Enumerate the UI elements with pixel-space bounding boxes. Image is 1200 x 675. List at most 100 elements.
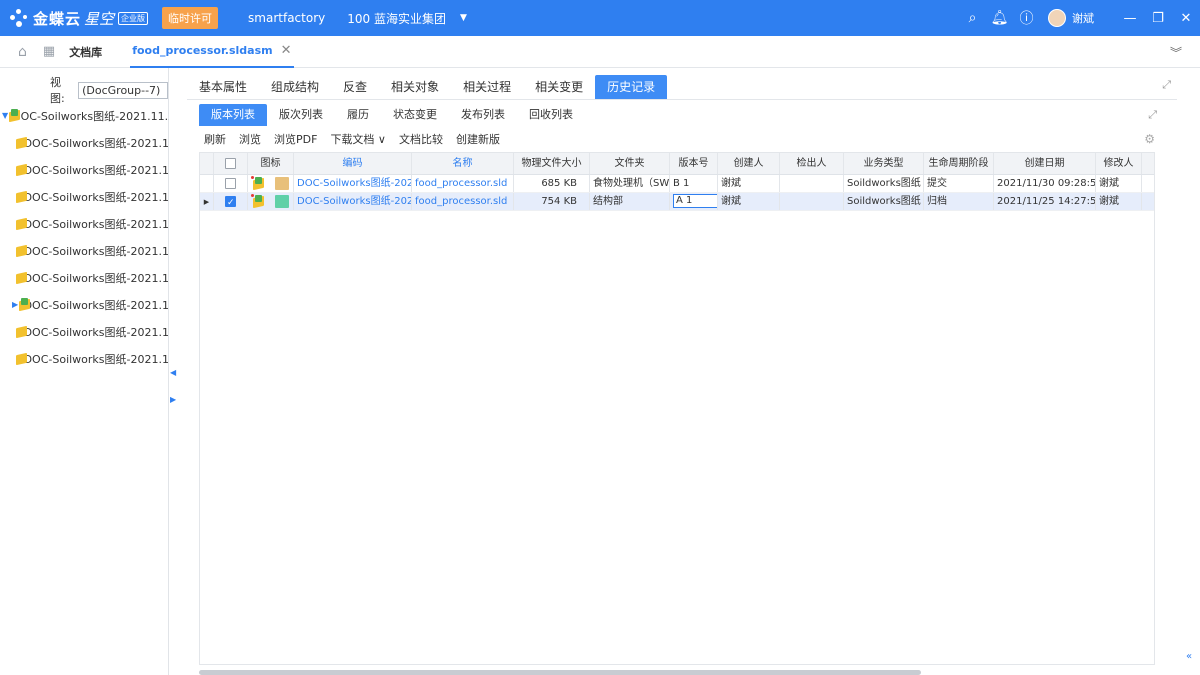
tree-node[interactable]: DOC-Soilworks图纸-2021.1 — [0, 210, 169, 237]
cell-date: 2021/11/25 14:27:52 — [994, 193, 1096, 210]
chevron-down-icon[interactable]: ︾ — [1170, 44, 1182, 61]
column-header[interactable]: 业务类型 — [844, 153, 924, 174]
horizontal-scrollbar[interactable] — [199, 670, 921, 675]
tree-node-label: DOC-Soilworks图纸-2021.1 — [23, 352, 169, 366]
table-row[interactable]: DOC-Soilworks图纸-202 food_processor.sld 685… — [200, 175, 1154, 193]
table-row[interactable]: ▶ DOC-Soilworks图纸-202food_processor.sld75… — [200, 193, 1154, 211]
cell-stage: 归档 — [924, 193, 994, 210]
cell-code[interactable]: DOC-Soilworks图纸-202 — [294, 193, 412, 210]
toolbar-button[interactable]: 浏览 — [239, 131, 261, 147]
panel-toggle[interactable]: ◀ ▶ — [170, 368, 176, 404]
gear-icon[interactable]: ⚙ — [1144, 132, 1155, 146]
subtab-4[interactable]: 发布列表 — [449, 104, 517, 126]
tree-node[interactable]: ▶ DOC-Soilworks图纸-2021.1 — [0, 291, 169, 318]
row-select-cell[interactable] — [214, 193, 248, 210]
tab-3[interactable]: 相关对象 — [379, 75, 451, 99]
toolbar-button[interactable]: 浏览PDF — [274, 131, 317, 147]
restore-icon[interactable]: ❐ — [1144, 11, 1172, 26]
cell-name[interactable]: food_processor.sld — [412, 193, 514, 210]
column-header[interactable]: 图标 — [248, 153, 294, 174]
tab-2[interactable]: 反查 — [331, 75, 379, 99]
subtab-3[interactable]: 状态变更 — [381, 104, 449, 126]
fullscreen-icon[interactable]: ⤢ — [1148, 108, 1157, 122]
column-header[interactable]: 文件夹 — [590, 153, 670, 174]
cell-modifier: 谢斌 — [1096, 175, 1142, 192]
bell-icon[interactable]: 🔔︎ — [986, 10, 1013, 26]
table-header: 图标 编码 名称 物理文件大小 文件夹 版本号 创建人 检出人 业务类型 生命周期阶段 创建日期 修改… — [200, 153, 1154, 175]
tree-node[interactable]: DOC-Soilworks图纸-2021.1 — [0, 156, 169, 183]
folder-cube-icon — [15, 244, 19, 257]
tab-file[interactable]: food_processor.sldasm ✕ — [130, 35, 294, 68]
toolbar-button[interactable]: 文档比较 — [399, 131, 443, 147]
column-header[interactable]: 创建日期 — [994, 153, 1096, 174]
column-header[interactable]: 创建人 — [718, 153, 780, 174]
column-header[interactable]: 检出人 — [780, 153, 844, 174]
help-icon[interactable]: ⓘ — [1013, 8, 1040, 28]
tree-node[interactable]: DOC-Soilworks图纸-2021.1 — [0, 129, 169, 156]
cell-biz: Soildworks图纸 — [844, 175, 924, 192]
folder-cube-icon — [15, 271, 19, 284]
select-all-cell[interactable] — [214, 153, 248, 174]
user-name[interactable]: 谢斌 — [1072, 10, 1094, 26]
select-all-checkbox[interactable] — [225, 157, 236, 169]
fullscreen-icon[interactable]: ⤢ — [1162, 78, 1171, 92]
app-logo[interactable]: 金蝶云 星空 企业版 — [10, 8, 149, 29]
tab-5[interactable]: 相关变更 — [523, 75, 595, 99]
toolbar-button[interactable]: 创建新版 — [456, 131, 500, 147]
column-header[interactable]: 名称 — [412, 153, 514, 174]
column-header[interactable]: 修改人 — [1096, 153, 1142, 174]
tenant-name[interactable]: smartfactory — [248, 11, 325, 25]
toolbar: 刷新 浏览 浏览PDF 下载文档 ∨ 文档比较 创建新版 — [204, 130, 500, 148]
folder-cube-icon — [15, 217, 19, 230]
collapse-left-icon[interactable]: ◀ — [170, 368, 176, 377]
org-selector[interactable]: 100 蓝海实业集团 ▼ — [347, 10, 467, 27]
home-icon[interactable]: ⌂ — [18, 44, 27, 60]
caret-down-icon[interactable]: ▼ — [2, 111, 8, 120]
tab-doclib[interactable]: 文档库 — [69, 44, 102, 60]
file-type-icon — [275, 195, 289, 208]
tree-node[interactable]: DOC-Soilworks图纸-2021.1 — [0, 264, 169, 291]
close-window-icon[interactable]: ✕ — [1172, 11, 1200, 26]
history-subtabs: 版本列表 版次列表 履历 状态变更 发布列表 回收列表 — [199, 104, 585, 126]
search-icon[interactable]: ⌕ — [959, 10, 986, 26]
cube-icon — [252, 195, 265, 208]
tab-0[interactable]: 基本属性 — [187, 75, 259, 99]
tree-node[interactable]: DOC-Soilworks图纸-2021.1 — [0, 318, 169, 345]
icon-cell — [248, 193, 294, 210]
row-checkbox[interactable] — [225, 194, 236, 210]
apps-grid-icon[interactable]: ▦ — [43, 44, 55, 59]
collapse-icon[interactable]: « — [1186, 651, 1198, 663]
tree-node[interactable]: DOC-Soilworks图纸-2021.1 — [0, 237, 169, 264]
subtab-5[interactable]: 回收列表 — [517, 104, 585, 126]
toolbar-button[interactable]: 下载文档 ∨ — [330, 131, 386, 147]
row-checkbox[interactable] — [225, 177, 236, 189]
subtab-1[interactable]: 版次列表 — [267, 104, 335, 126]
cell-name[interactable]: food_processor.sld — [412, 175, 514, 192]
tab-4[interactable]: 相关过程 — [451, 75, 523, 99]
column-header[interactable]: 生命周期阶段 — [924, 153, 994, 174]
main-content: 基本属性 组成结构 反查 相关对象 相关过程 相关变更 历史记录 ⤢ 版本列表 版次列表 履历状… — [187, 70, 1187, 675]
column-header[interactable]: 物理文件大小 — [514, 153, 590, 174]
close-icon[interactable]: ✕ — [281, 35, 292, 67]
row-select-cell[interactable] — [214, 175, 248, 192]
tree-node[interactable]: DOC-Soilworks图纸-2021.1 — [0, 183, 169, 210]
toolbar-button[interactable]: 刷新 — [204, 131, 226, 147]
subtab-0[interactable]: 版本列表 — [199, 104, 267, 126]
cell-date: 2021/11/30 09:28:59 — [994, 175, 1096, 192]
expand-right-icon[interactable]: ▶ — [170, 395, 176, 404]
column-header[interactable]: 版本号 — [670, 153, 718, 174]
view-select[interactable]: (DocGroup--7) — [78, 81, 168, 99]
subtab-2[interactable]: 履历 — [335, 104, 381, 126]
avatar[interactable] — [1048, 9, 1066, 27]
version-edit-input[interactable]: A 1 — [673, 194, 717, 208]
tab-6[interactable]: 历史记录 — [595, 75, 668, 99]
minimize-icon[interactable]: — — [1116, 11, 1144, 26]
cell-version[interactable]: A 1 — [670, 193, 718, 210]
column-header[interactable]: 编码 — [294, 153, 412, 174]
license-badge[interactable]: 临时许可 — [162, 7, 219, 29]
folder-cube-icon — [15, 352, 19, 365]
cell-code[interactable]: DOC-Soilworks图纸-202 — [294, 175, 412, 192]
tab-1[interactable]: 组成结构 — [259, 75, 331, 99]
tree-node[interactable]: DOC-Soilworks图纸-2021.1 — [0, 345, 169, 372]
tree-node[interactable]: ▼ DOC-Soilworks图纸-2021.11.2 — [0, 102, 169, 129]
